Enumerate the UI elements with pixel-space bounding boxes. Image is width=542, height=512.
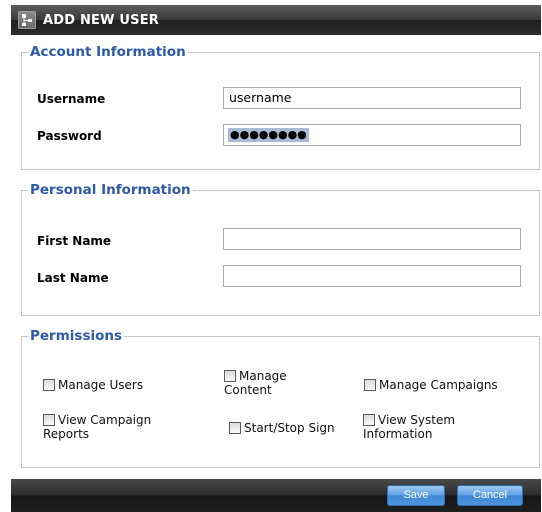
add-user-dialog: ADD NEW USER Account Information Usernam… bbox=[11, 5, 541, 512]
permission-label: Start/Stop Sign bbox=[244, 421, 335, 435]
view-system-information-checkbox[interactable] bbox=[363, 414, 375, 426]
account-information-legend: Account Information bbox=[30, 44, 186, 60]
permissions-section: Permissions bbox=[21, 328, 540, 468]
username-label: Username bbox=[37, 92, 106, 106]
view-campaign-reports-checkbox[interactable] bbox=[43, 414, 55, 426]
permission-label: View Campaign bbox=[58, 413, 152, 427]
permission-view-system-information[interactable]: View System Information bbox=[363, 413, 455, 441]
manage-users-checkbox[interactable] bbox=[43, 379, 55, 391]
first-name-input[interactable] bbox=[223, 228, 521, 250]
last-name-input[interactable] bbox=[223, 265, 521, 287]
permission-manage-content[interactable]: Manage Content bbox=[224, 369, 287, 397]
dialog-title-bar: ADD NEW USER bbox=[11, 5, 541, 35]
permission-label: Manage bbox=[239, 369, 287, 383]
password-mask: ●●●●●●●● bbox=[228, 128, 309, 142]
permission-label: View System bbox=[378, 413, 456, 427]
permission-label-line2: Information bbox=[363, 427, 433, 441]
cancel-button[interactable]: Cancel bbox=[457, 485, 523, 506]
permission-label: Manage Campaigns bbox=[379, 378, 498, 392]
permissions-legend: Permissions bbox=[30, 328, 123, 344]
password-label: Password bbox=[37, 129, 102, 143]
manage-campaigns-checkbox[interactable] bbox=[364, 379, 376, 391]
dialog-title: ADD NEW USER bbox=[43, 13, 160, 28]
hierarchy-icon bbox=[18, 11, 36, 29]
start-stop-sign-checkbox[interactable] bbox=[229, 422, 241, 434]
permission-label-line2: Content bbox=[224, 383, 272, 397]
permission-manage-campaigns[interactable]: Manage Campaigns bbox=[364, 378, 498, 392]
personal-information-legend: Personal Information bbox=[30, 182, 191, 198]
permission-view-campaign-reports[interactable]: View Campaign Reports bbox=[43, 413, 151, 441]
manage-content-checkbox[interactable] bbox=[224, 370, 236, 382]
password-input[interactable]: ●●●●●●●● bbox=[223, 124, 521, 146]
dialog-footer: Save Cancel bbox=[11, 479, 541, 512]
first-name-label: First Name bbox=[37, 234, 112, 248]
last-name-label: Last Name bbox=[37, 271, 109, 285]
permission-label: Manage Users bbox=[58, 378, 144, 392]
permission-manage-users[interactable]: Manage Users bbox=[43, 378, 143, 392]
permission-start-stop-sign[interactable]: Start/Stop Sign bbox=[229, 421, 335, 435]
save-button[interactable]: Save bbox=[387, 485, 445, 506]
username-input[interactable]: username bbox=[223, 87, 521, 109]
permission-label-line2: Reports bbox=[43, 427, 90, 441]
